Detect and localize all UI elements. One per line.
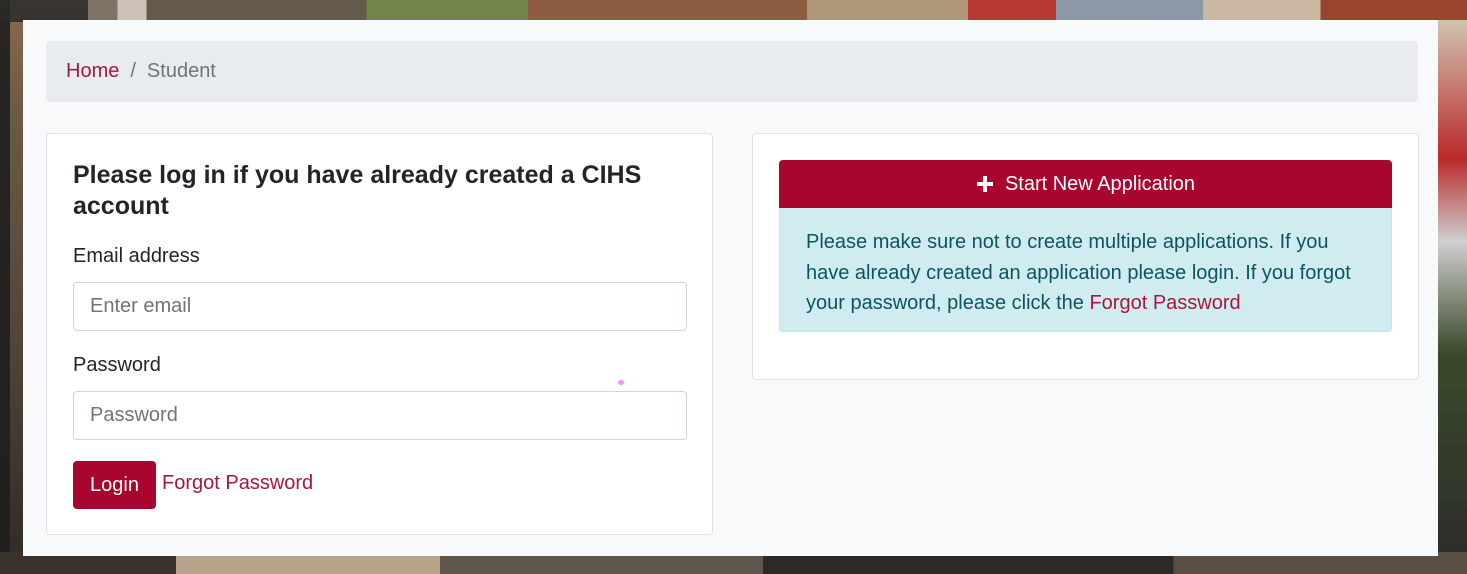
login-card: Please log in if you have already create… (46, 133, 713, 535)
email-field[interactable] (73, 282, 687, 331)
background-photo-right (1437, 20, 1467, 574)
forgot-password-link[interactable]: Forgot Password (162, 472, 313, 495)
main-container: Home / Student Please log in if you have… (23, 20, 1438, 556)
start-new-application-button[interactable]: Start New Application (779, 160, 1392, 208)
breadcrumb-home-link[interactable]: Home (66, 60, 119, 83)
email-label: Email address (73, 245, 200, 267)
breadcrumb-current: Student (146, 60, 216, 82)
login-button[interactable]: Login (73, 461, 156, 509)
breadcrumb-separator: / (130, 60, 136, 82)
password-label: Password (73, 354, 161, 376)
application-card: Start New Application Please make sure n… (752, 133, 1419, 380)
plus-icon (976, 175, 994, 193)
cursor-dot (618, 380, 624, 385)
breadcrumb: Home / Student (46, 41, 1418, 102)
notice-forgot-password-link[interactable]: Forgot Password (1089, 292, 1240, 314)
application-notice: Please make sure not to create multiple … (779, 208, 1392, 332)
password-field[interactable] (73, 391, 687, 440)
background-photo-top (0, 0, 1467, 22)
login-title: Please log in if you have already create… (73, 161, 642, 220)
start-new-application-label: Start New Application (1004, 172, 1196, 195)
application-notice-text: Please make sure not to create multiple … (806, 231, 1351, 314)
